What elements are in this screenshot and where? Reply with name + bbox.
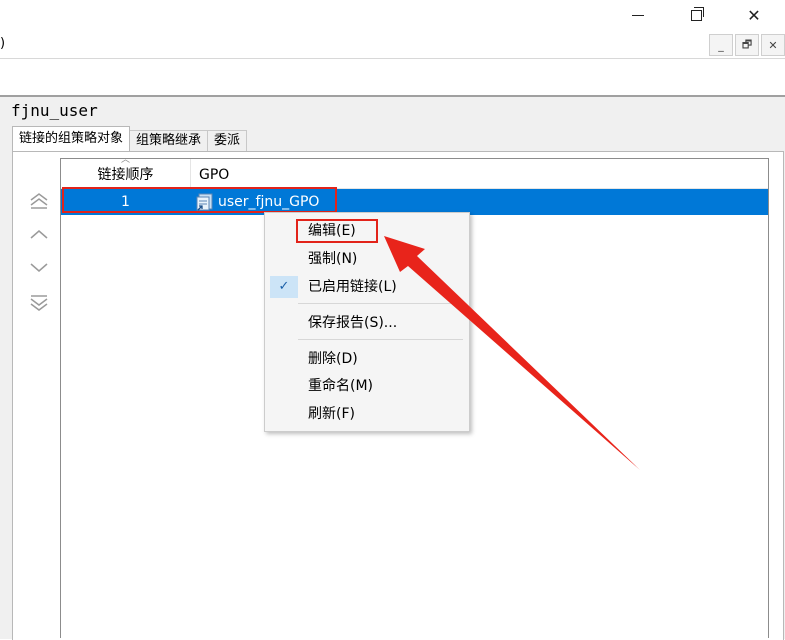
sort-ascending-icon: ︿ <box>121 155 131 165</box>
tab-gpo-inheritance[interactable]: 组策略继承 <box>129 130 209 151</box>
menu-item-enforced[interactable]: 强制(N) <box>265 246 469 272</box>
gpo-link-icon <box>196 193 213 211</box>
mdi-restore-button[interactable]: 🗗 <box>735 34 759 56</box>
move-up-icon <box>30 230 48 239</box>
row-link-order: 1 <box>121 194 130 210</box>
menu-bar: ) _ 🗗 ✕ <box>0 30 785 59</box>
tab-linked-gpos[interactable]: 链接的组策略对象 <box>12 126 131 151</box>
move-down-button[interactable] <box>28 259 50 277</box>
column-header-link-order-label: 链接顺序 <box>97 167 154 183</box>
move-down-icon <box>30 263 48 272</box>
list-header: ︿ 链接顺序 GPO <box>61 155 768 189</box>
column-header-link-order[interactable]: ︿ 链接顺序 <box>61 155 191 188</box>
pane-title: fjnu_user <box>11 101 98 120</box>
mdi-controls: _ 🗗 ✕ <box>709 34 785 56</box>
move-top-button[interactable] <box>28 192 50 210</box>
close-button[interactable]: ✕ <box>734 0 774 30</box>
menu-item-save-report[interactable]: 保存报告(S)... <box>265 310 469 336</box>
tab-delegation[interactable]: 委派 <box>207 130 248 151</box>
menu-fragment[interactable]: ) <box>0 36 5 51</box>
context-menu: 编辑(E) 强制(N) ✓ 已启用链接(L) 保存报告(S)... 删除(D) … <box>264 212 470 432</box>
move-bottom-button[interactable] <box>28 294 50 312</box>
move-top-icon <box>30 193 48 209</box>
checkmark-icon: ✓ <box>270 276 298 298</box>
tab-strip: 链接的组策略对象 组策略继承 委派 <box>12 126 248 151</box>
menu-separator <box>298 339 463 340</box>
window-titlebar: ✕ <box>0 0 785 30</box>
move-up-button[interactable] <box>28 226 50 244</box>
menu-item-edit[interactable]: 编辑(E) <box>265 218 469 244</box>
menu-item-delete[interactable]: 删除(D) <box>265 346 469 372</box>
menu-item-refresh[interactable]: 刷新(F) <box>265 401 469 427</box>
mdi-close-button[interactable]: ✕ <box>761 34 785 56</box>
minimize-button[interactable] <box>618 0 658 30</box>
menu-separator <box>298 303 463 304</box>
restore-icon <box>690 6 704 21</box>
mdi-minimize-button[interactable]: _ <box>709 34 733 56</box>
menu-item-link-enabled[interactable]: ✓ 已启用链接(L) <box>265 274 469 300</box>
row-gpo-name: user_fjnu_GPO <box>218 194 320 210</box>
close-icon: ✕ <box>747 5 761 25</box>
menu-item-rename[interactable]: 重命名(M) <box>265 373 469 399</box>
maximize-button[interactable] <box>676 0 716 30</box>
toolbar-area <box>0 59 785 95</box>
move-bottom-icon <box>30 295 48 311</box>
column-header-gpo[interactable]: GPO <box>199 159 229 188</box>
minimize-icon <box>632 14 644 16</box>
